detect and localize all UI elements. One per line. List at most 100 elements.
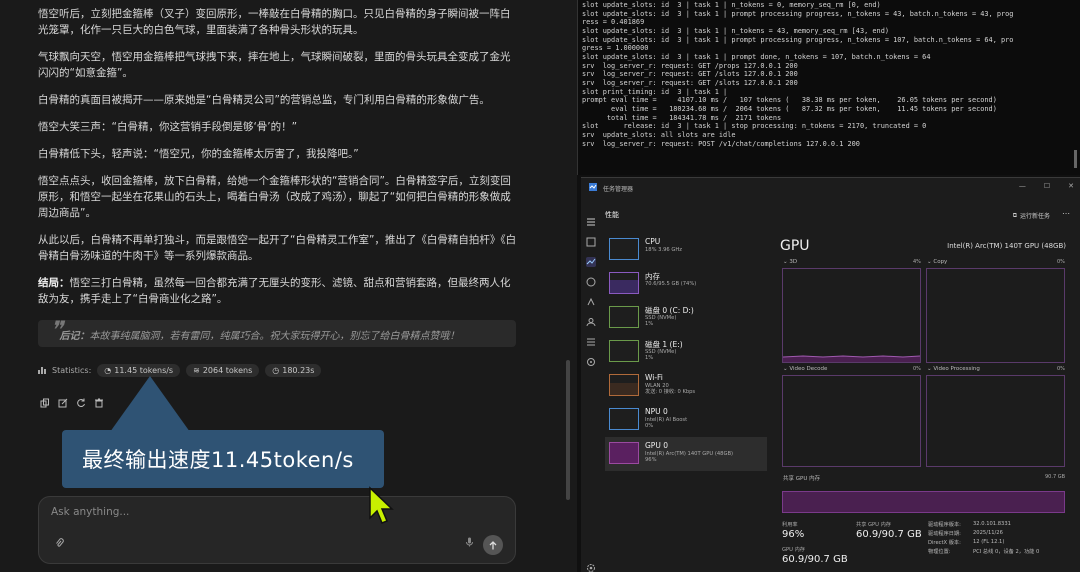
chat-input-box[interactable]: Ask anything... <box>38 496 516 564</box>
shared-memory-graph-label: 共享 GPU 内存 <box>783 476 821 482</box>
ending-text: 悟空三打白骨精，虽然每一回合都充满了无厘头的变形、滤镜、甜点和营销套路，但最终两… <box>38 277 511 305</box>
device-thumbnail <box>609 238 639 260</box>
terminal-log: slot update_slots: id 3 | task 1 | n_tok… <box>582 1 1013 148</box>
utilization-label: 利用率 <box>782 522 798 528</box>
terminal-line: eval time = 180234.68 ms / 2064 tokens (… <box>611 104 997 113</box>
edit-icon[interactable] <box>58 393 68 408</box>
device-item-npu[interactable]: NPU 0 Intel(R) AI Boost 0% <box>605 403 767 437</box>
story-ending: 结局：悟空三打白骨精，虽然每一回合都充满了无厘头的变形、滤镜、甜点和营销套路，但… <box>38 275 518 307</box>
info-key: 驱动程序日期: <box>928 531 961 537</box>
window-controls: — ☐ ✕ <box>1019 182 1074 190</box>
info-key: 物理位置: <box>928 549 951 555</box>
device-item-cpu[interactable]: CPU 18% 3.96 GHz <box>605 233 767 267</box>
device-detail: SSD (NVMe) 1% <box>645 315 676 328</box>
run-new-task-button[interactable]: ⧉ 运行新任务 <box>1012 211 1050 221</box>
startup-icon[interactable] <box>586 292 596 306</box>
shared-memory-value: 60.9/90.7 GB <box>856 529 922 540</box>
device-detail-type: SSD (NVMe) <box>645 349 677 355</box>
terminal-line: prompt eval time = 4107.10 ms / 107 toke… <box>582 96 997 105</box>
graph-name: Video Processing <box>933 366 980 372</box>
minimize-icon[interactable]: — <box>1019 182 1026 190</box>
paperclip-icon[interactable] <box>55 533 64 552</box>
maximize-icon[interactable]: ☐ <box>1044 182 1050 190</box>
chat-pane: 悟空听后，立刻把金箍棒（叉子）变回原形，一棒敲在白骨精的胸口。只见白骨精的身子瞬… <box>0 0 577 572</box>
settings-gear-icon[interactable] <box>586 558 596 572</box>
stack-icon: ≋ <box>193 365 200 375</box>
terminal-line: slot update_slots: id 3 | task 1 | n_tok… <box>582 26 889 35</box>
callout-text: 最终输出速度11.45token/s <box>82 448 354 472</box>
processes-icon[interactable] <box>586 232 596 247</box>
terminal-line: srv log_server_r: request: POST /v1/chat… <box>582 139 860 148</box>
story-paragraph: 悟空大笑三声：“白骨精，你这营销手段倒是够‘骨’的！” <box>38 121 298 133</box>
send-button[interactable] <box>483 535 503 555</box>
story-paragraph: 从此以后，白骨精不再单打独斗，而是跟悟空一起开了“白骨精灵工作室”，推出了《白骨… <box>38 234 517 262</box>
graph-label-video-processing: ⌄ Video Processing <box>927 366 980 372</box>
device-detail-model: Intel(R) AI Boost <box>645 417 688 423</box>
postscript-body: 本故事纯属脑洞，若有雷同，纯属巧合。祝大家玩得开心，别忘了给白骨精点赞哦！ <box>89 331 460 342</box>
device-item-disk-0[interactable]: 磁盘 0 (C: D:) SSD (NVMe) 1% <box>605 301 767 335</box>
graph-name: 3D <box>789 259 798 265</box>
arrow-up-icon <box>489 540 497 549</box>
postscript-quote: ❞ 后记：本故事纯属脑洞，若有雷同，纯属巧合。祝大家玩得开心，别忘了给白骨精点赞… <box>38 316 516 347</box>
story-paragraph: 白骨精的真面目被揭开——原来她是“白骨精灵公司”的营销总监，专门利用白骨精的形象… <box>38 94 490 106</box>
chat-input-placeholder[interactable]: Ask anything... <box>51 506 129 518</box>
device-name: NPU 0 <box>645 407 668 416</box>
device-name: Wi-Fi <box>645 373 663 382</box>
gpu-memory-label: GPU 内存 <box>782 547 805 553</box>
history-icon[interactable] <box>586 272 596 287</box>
shared-memory-label: 共享 GPU 内存 <box>856 522 891 528</box>
more-options-icon[interactable]: ⋯ <box>1062 209 1070 218</box>
microphone-icon[interactable] <box>466 532 473 551</box>
users-icon[interactable] <box>586 312 596 327</box>
info-value: 12 (FL 12.1) <box>973 539 1005 545</box>
device-item-gpu[interactable]: GPU 0 Intel(R) Arc(TM) 140T GPU (48GB) 96… <box>605 437 767 471</box>
info-value: 32.0.101.8331 <box>973 521 1011 527</box>
services-icon[interactable] <box>586 352 596 366</box>
delete-icon[interactable] <box>94 393 104 408</box>
task-manager-window: 任务管理器 — ☐ ✕ 性能 ⧉ 运行新任务 ⋯ CPU 18% 3.96 GHz… <box>581 177 1080 572</box>
device-name: GPU 0 <box>645 441 668 450</box>
device-detail-usage: 96% <box>645 457 657 464</box>
postscript-text: 后记：本故事纯属脑洞，若有雷同，纯属巧合。祝大家玩得开心，别忘了给白骨精点赞哦！ <box>50 327 460 342</box>
info-value: PCI 总线 0，设备 2，功能 0 <box>973 549 1040 555</box>
story-paragraph: 悟空点点头，收回金箍棒，放下白骨精，给她一个金箍棒形状的“营销合同”。白骨精签字… <box>38 175 511 219</box>
performance-icon[interactable] <box>586 252 596 267</box>
gauge-icon: ◔ <box>104 365 112 375</box>
chat-scrollbar[interactable] <box>566 360 570 500</box>
story-paragraph: 悟空听后，立刻把金箍棒（叉子）变回原形，一棒敲在白骨精的胸口。只见白骨精的身子瞬… <box>38 8 511 36</box>
terminal-scrollbar[interactable] <box>1074 150 1077 168</box>
graph-pct-video-processing: 0% <box>1057 366 1065 372</box>
gpu-heading: GPU <box>780 238 810 254</box>
story-paragraph: 白骨精低下头，轻声说：“悟空兄，你的金箍棒太厉害了，我投降吧。” <box>38 148 359 160</box>
terminal-line: ress = 0.401869 <box>582 18 645 27</box>
device-item-disk-1[interactable]: 磁盘 1 (E:) SSD (NVMe) 1% <box>605 335 767 369</box>
tokens-value: 2064 tokens <box>202 365 253 375</box>
device-item-memory[interactable]: 内存 70.6/95.5 GB (74%) <box>605 267 767 301</box>
graph-label-copy: ⌄ Copy <box>927 259 948 265</box>
speed-chip: ◔ 11.45 tokens/s <box>97 363 181 377</box>
graph-video-decode <box>782 375 921 467</box>
copy-icon[interactable] <box>40 393 50 408</box>
device-thumbnail <box>609 408 639 430</box>
section-title: 性能 <box>605 211 619 219</box>
details-icon[interactable] <box>586 332 596 346</box>
terminal-line: srv log_server_r: request: GET /slots 12… <box>582 78 798 87</box>
run-task-label: 运行新任务 <box>1019 213 1050 220</box>
device-thumbnail <box>609 442 639 464</box>
graph-label-3d: ⌄ 3D <box>783 259 798 265</box>
postscript-label: 后记： <box>59 331 90 342</box>
device-detail: 18% 3.96 GHz <box>645 247 683 253</box>
device-item-wifi[interactable]: Wi-Fi WLAN 20 发送: 0 接收: 0 Kbps <box>605 369 767 403</box>
chart-icon <box>38 367 46 374</box>
gpu-model-name: Intel(R) Arc(TM) 140T GPU (48GB) <box>947 242 1066 250</box>
run-task-icon: ⧉ <box>1012 211 1017 219</box>
hamburger-icon[interactable] <box>586 212 596 226</box>
regenerate-icon[interactable] <box>76 393 86 408</box>
time-chip: ◷ 180.23s <box>265 363 322 377</box>
clock-icon: ◷ <box>272 365 280 375</box>
close-icon[interactable]: ✕ <box>1068 182 1074 190</box>
terminal-line: slot update_slots: id 3 | task 1 | promp… <box>582 9 1014 18</box>
utilization-value: 96% <box>782 529 805 540</box>
device-detail-usage: 1% <box>645 321 654 328</box>
device-detail: SSD (NVMe) 1% <box>645 349 676 362</box>
